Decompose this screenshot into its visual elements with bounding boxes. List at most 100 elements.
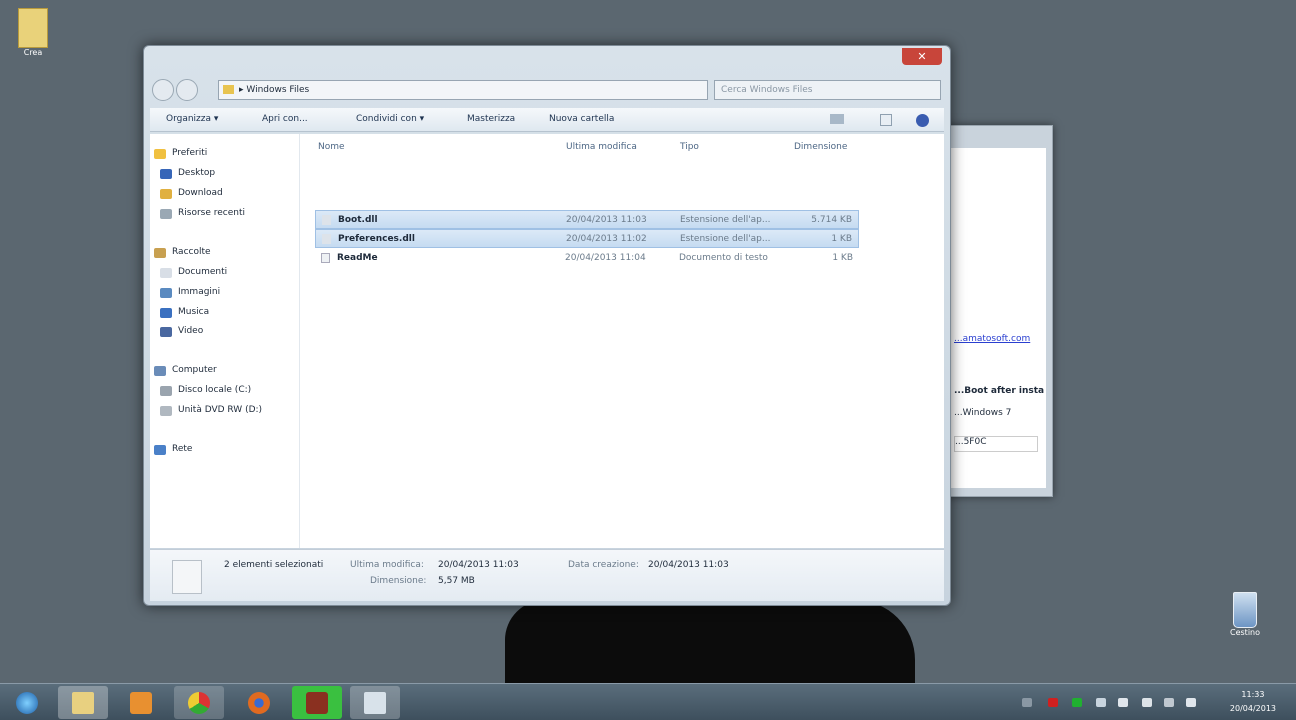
sidebar-item-music[interactable]: Musica — [156, 307, 209, 318]
clock-time: 11:33 — [1241, 690, 1265, 699]
tray-red-icon[interactable] — [1048, 698, 1058, 707]
folder-icon — [18, 8, 48, 48]
documents-icon — [160, 268, 172, 278]
new-folder-button[interactable]: Nuova cartella — [549, 114, 614, 124]
close-button[interactable]: ✕ — [902, 48, 942, 65]
file-row[interactable]: Preferences.dll 20/04/2013 11:02 Estensi… — [315, 229, 859, 248]
text-file-icon — [321, 253, 330, 263]
column-header-name[interactable]: Nome — [318, 142, 345, 152]
address-text: Windows Files — [246, 85, 310, 95]
file-row[interactable]: Boot.dll 20/04/2013 11:03 Estensione del… — [315, 210, 859, 229]
sidebar-item-network[interactable]: Rete — [150, 444, 192, 455]
multiple-files-icon — [172, 560, 202, 594]
file-modified: 20/04/2013 11:04 — [565, 253, 646, 263]
taskbar-chrome[interactable] — [174, 686, 224, 719]
desktop-icon-label: Crea — [23, 48, 43, 57]
sidebar-item-download[interactable]: Download — [156, 188, 223, 199]
media-player-icon — [130, 691, 152, 714]
taskbar-media-player[interactable] — [116, 686, 166, 719]
network-signal-icon[interactable] — [1164, 698, 1174, 707]
organize-button[interactable]: Organizza ▾ — [166, 114, 218, 124]
computer-icon — [154, 366, 166, 376]
file-type: Estensione dell'ap... — [680, 234, 771, 244]
sidebar-item-desktop[interactable]: Desktop — [156, 168, 215, 179]
desktop-icon — [160, 169, 172, 179]
modified-value: 20/04/2013 11:03 — [438, 560, 519, 570]
desktop-icon-label: Cestino — [1230, 628, 1260, 637]
action-center-flag-icon[interactable] — [1118, 698, 1128, 707]
text-field[interactable]: ...5F0C — [954, 436, 1038, 452]
taskbar-window[interactable] — [350, 686, 400, 719]
size-label: Dimensione: — [370, 576, 427, 586]
file-type: Documento di testo — [679, 253, 768, 263]
back-button[interactable] — [152, 79, 174, 101]
forward-button[interactable] — [176, 79, 198, 101]
sidebar-item-libraries[interactable]: Raccolte — [150, 247, 211, 258]
libraries-icon — [154, 248, 166, 258]
share-button[interactable]: Condividi con ▾ — [356, 114, 424, 124]
dll-file-icon — [322, 234, 331, 244]
clock[interactable]: 11:33 20/04/2013 — [1230, 688, 1276, 716]
music-icon — [160, 308, 172, 318]
size-value: 5,57 MB — [438, 576, 475, 586]
chrome-icon — [188, 691, 210, 714]
column-header-type[interactable]: Tipo — [680, 142, 699, 152]
navigation-buttons — [152, 79, 202, 101]
tray-app-icon[interactable] — [1096, 698, 1106, 707]
desktop-icon-folder[interactable]: Crea — [3, 8, 63, 57]
open-with-button[interactable]: Apri con... — [262, 114, 308, 124]
app-icon — [306, 691, 328, 714]
sidebar-item-computer[interactable]: Computer — [150, 365, 217, 376]
created-label: Data creazione: — [568, 560, 639, 570]
text-line: ...Windows 7 — [954, 408, 1012, 418]
view-options-icon[interactable] — [830, 114, 844, 124]
file-size: 1 KB — [832, 253, 853, 263]
taskbar-explorer[interactable] — [58, 686, 108, 719]
created-value: 20/04/2013 11:03 — [648, 560, 729, 570]
tray-green-icon[interactable] — [1072, 698, 1082, 707]
file-row[interactable]: ReadMe 20/04/2013 11:04 Documento di tes… — [315, 249, 859, 268]
search-input[interactable]: Cerca Windows Files — [714, 80, 941, 100]
clock-date: 20/04/2013 — [1229, 704, 1276, 713]
burn-button[interactable]: Masterizza — [467, 114, 515, 124]
taskbar-app[interactable] — [292, 686, 342, 719]
column-header-modified[interactable]: Ultima modifica — [566, 142, 637, 152]
background-window[interactable]: ...amatosoft.com ...Boot after install .… — [945, 125, 1053, 497]
tray-device-icon[interactable] — [1142, 698, 1152, 707]
start-button[interactable] — [2, 686, 52, 719]
file-name: ReadMe — [337, 253, 378, 263]
sidebar-item-favorites[interactable]: Preferiti — [150, 148, 207, 159]
taskbar-firefox[interactable] — [234, 686, 284, 719]
dvd-drive-icon — [160, 406, 172, 416]
sidebar-item-recent[interactable]: Risorse recenti — [156, 208, 245, 219]
recycle-bin-icon — [1233, 592, 1257, 628]
link[interactable]: ...amatosoft.com — [954, 334, 1044, 344]
help-icon[interactable] — [916, 114, 929, 127]
address-bar[interactable]: ▸ Windows Files — [218, 80, 708, 100]
column-header-size[interactable]: Dimensione — [794, 142, 847, 152]
sidebar-item-local-disk[interactable]: Disco locale (C:) — [156, 385, 251, 396]
sidebar-item-dvd[interactable]: Unità DVD RW (D:) — [156, 405, 262, 416]
windows-logo-icon — [16, 691, 38, 714]
dll-file-icon — [322, 215, 331, 225]
sidebar-item-video[interactable]: Video — [156, 326, 203, 337]
file-size: 5.714 KB — [811, 215, 852, 225]
sidebar-item-documents[interactable]: Documenti — [156, 267, 227, 278]
show-hidden-icons[interactable] — [1022, 698, 1032, 707]
taskbar: 11:33 20/04/2013 — [0, 683, 1296, 720]
video-icon — [160, 327, 172, 337]
star-icon — [154, 149, 166, 159]
text-line: ...Boot after install — [954, 386, 1044, 396]
network-icon — [154, 445, 166, 455]
sidebar-item-images[interactable]: Immagini — [156, 287, 220, 298]
desktop-icon-recycle-bin[interactable]: Cestino — [1215, 592, 1275, 637]
recent-places-icon — [160, 209, 172, 219]
download-icon — [160, 189, 172, 199]
file-name: Preferences.dll — [338, 234, 415, 244]
file-modified: 20/04/2013 11:02 — [566, 234, 647, 244]
preview-pane-icon[interactable] — [880, 114, 892, 126]
images-icon — [160, 288, 172, 298]
volume-icon[interactable] — [1186, 698, 1196, 707]
selection-count: 2 elementi selezionati — [224, 560, 324, 570]
folder-icon — [223, 85, 234, 94]
